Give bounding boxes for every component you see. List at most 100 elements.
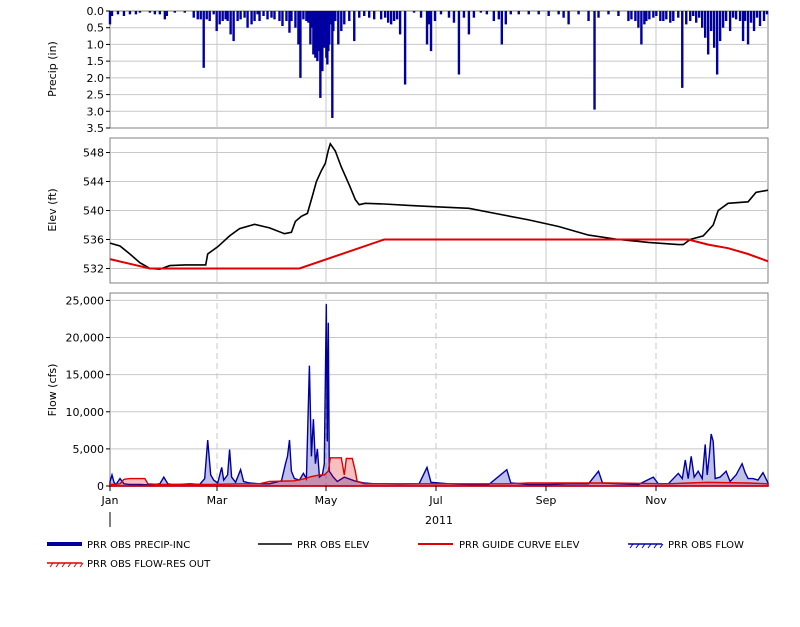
precip-bar xyxy=(116,11,120,15)
precip-bar xyxy=(122,11,126,17)
precip-bar xyxy=(645,11,648,22)
precip-y-ticks: 0.0 0.5 1.0 1.5 2.0 2.5 3.0 3.5 xyxy=(87,5,110,135)
precip-bar xyxy=(153,11,157,15)
precip-bar xyxy=(630,11,633,20)
legend-item-obs-elev: PRR OBS ELEV xyxy=(258,540,369,551)
precip-bar xyxy=(134,11,138,15)
precip-bar xyxy=(340,11,343,32)
precip-bar xyxy=(497,11,501,20)
precip-bar xyxy=(467,11,471,35)
precip-bar xyxy=(706,11,710,55)
precip-bar xyxy=(752,11,756,32)
precip-bar xyxy=(372,11,376,20)
precip-bar xyxy=(721,11,725,28)
precip-bar xyxy=(215,11,218,32)
legend-label-guide-curve: PRR GUIDE CURVE ELEV xyxy=(459,540,580,551)
precip-bar xyxy=(738,11,742,22)
precip-bar xyxy=(433,11,437,22)
precip-bar xyxy=(253,11,256,22)
precip-bar xyxy=(294,11,297,28)
flow-ytick-label: 15,000 xyxy=(66,369,105,382)
precip-bar xyxy=(701,11,704,28)
precip-bar xyxy=(681,11,684,88)
precip-bar xyxy=(302,11,305,20)
precip-bar xyxy=(337,11,340,45)
legend-label-precip: PRR OBS PRECIP-INC xyxy=(87,540,190,551)
legend-item-obs-flow: PRR OBS FLOW xyxy=(628,540,744,551)
precip-bar xyxy=(527,11,530,15)
precip-bar xyxy=(218,11,221,25)
precip-bar xyxy=(273,11,276,20)
flow-panel: 0 5,000 10,000 15,000 20,000 25,000 Flow (cfs… xyxy=(46,292,769,493)
flow-ytick-label: 0 xyxy=(97,480,104,493)
precip-bar xyxy=(758,11,762,27)
flow-ytick-label: 5,000 xyxy=(73,443,105,456)
legend-label-flow-res-out: PRR OBS FLOW-RES OUT xyxy=(87,559,211,570)
elev-ytick-label: 536 xyxy=(83,234,104,247)
precip-bar xyxy=(158,11,162,15)
precip-bar xyxy=(577,11,580,15)
flow-ytick-label: 20,000 xyxy=(66,332,105,345)
precip-bar xyxy=(290,11,293,22)
precip-bar xyxy=(266,11,269,20)
hydrograph-chart: 0.0 0.5 1.0 1.5 2.0 2.5 3.0 3.5 Precip (in) 532… xyxy=(46,5,769,570)
precip-bar xyxy=(669,11,672,23)
precip-bar xyxy=(685,11,688,25)
precip-bar xyxy=(183,11,186,13)
precip-bar xyxy=(192,11,195,18)
precip-bar xyxy=(728,11,732,32)
precip-bar xyxy=(634,11,637,22)
precip-bar xyxy=(452,11,456,23)
precip-bar xyxy=(389,11,393,25)
precip-bar xyxy=(299,11,302,78)
precip-bar xyxy=(270,11,273,18)
precip-bar xyxy=(246,11,249,28)
precip-bar xyxy=(236,11,239,22)
legend-swatch-obs-flow xyxy=(628,543,664,549)
precip-bar xyxy=(567,11,570,25)
precip-bar xyxy=(500,11,504,45)
precip-bar xyxy=(607,11,610,15)
precip-bar xyxy=(698,11,701,18)
precip-bar xyxy=(665,11,668,20)
precip-bar xyxy=(358,11,361,18)
precip-bar xyxy=(383,11,387,18)
precip-bar xyxy=(110,11,114,17)
legend-label-obs-flow: PRR OBS FLOW xyxy=(668,540,744,551)
precip-bar xyxy=(695,11,698,23)
legend-item-guide-curve: PRR GUIDE CURVE ELEV xyxy=(418,540,580,551)
precip-ytick-label: 3.0 xyxy=(87,105,105,118)
elev-ytick-label: 544 xyxy=(83,176,104,189)
precip-bar xyxy=(672,11,675,22)
precip-bar xyxy=(731,11,735,18)
precip-bar xyxy=(196,11,199,20)
precip-bar xyxy=(208,11,211,22)
precip-bar xyxy=(250,11,253,25)
elev-y-ticks: 532 536 540 544 548 xyxy=(83,147,110,276)
precip-ytick-label: 0.0 xyxy=(87,5,105,18)
legend-item-flow-res-out: PRR OBS FLOW-RES OUT xyxy=(47,559,211,570)
flow-y-axis-label: Flow (cfs) xyxy=(46,364,59,417)
precip-bar xyxy=(472,11,476,18)
precip-bar xyxy=(637,11,640,28)
precip-bar xyxy=(368,11,371,18)
legend-label-obs-elev: PRR OBS ELEV xyxy=(297,540,369,551)
elev-y-axis-label: Elev (ft) xyxy=(46,188,59,231)
precip-bar xyxy=(648,11,651,20)
precip-bar xyxy=(232,11,235,42)
precip-bar xyxy=(517,11,520,15)
precip-bar xyxy=(640,11,643,45)
precip-bar xyxy=(447,11,451,18)
precip-ytick-label: 2.0 xyxy=(87,72,105,85)
precip-bar xyxy=(386,11,390,23)
precip-bar xyxy=(221,11,224,22)
precip-bar xyxy=(403,11,407,85)
precip-bar xyxy=(412,11,416,13)
precip-bar xyxy=(703,11,707,38)
legend-item-precip: PRR OBS PRECIP-INC xyxy=(47,540,190,551)
precip-bar xyxy=(593,11,596,110)
precip-bar xyxy=(537,11,540,15)
flow-ytick-label: 25,000 xyxy=(66,294,105,307)
precip-bar xyxy=(712,11,716,48)
precip-bar xyxy=(165,11,169,17)
